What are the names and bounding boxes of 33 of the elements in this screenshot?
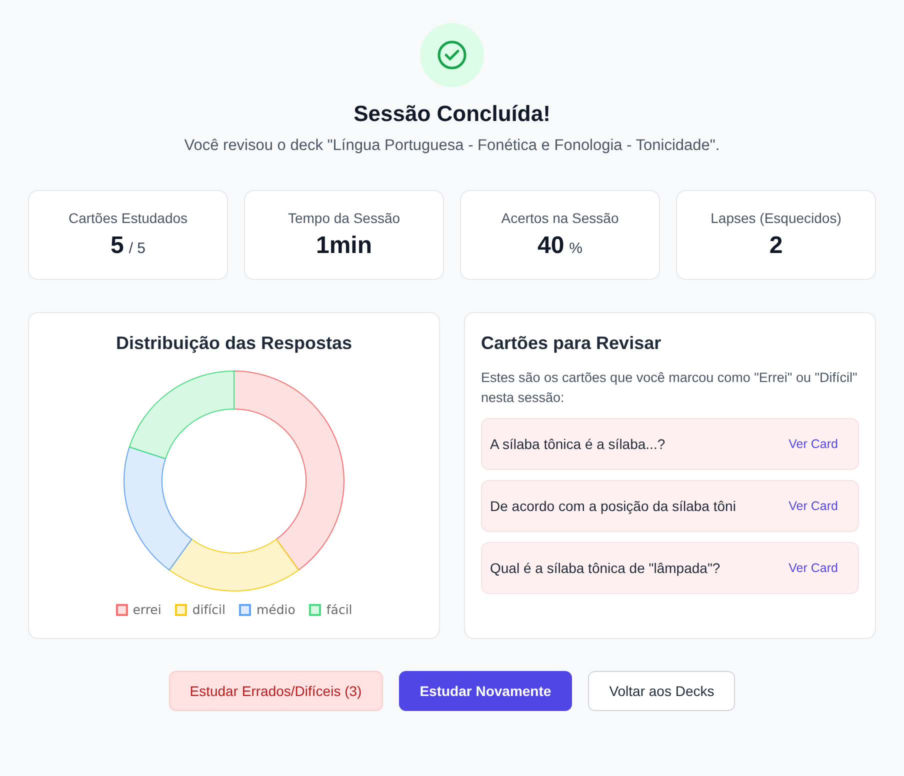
stat-label: Cartões Estudados [68,210,188,226]
legend-swatch [116,604,128,616]
action-button[interactable]: Estudar Novamente [398,671,572,711]
stat-label: Acertos na Sessão [501,210,619,226]
stat-label: Tempo da Sessão [288,210,400,226]
stat-value: 2 [769,232,783,260]
stat-value: 5 [110,232,124,260]
legend-swatch [309,604,322,616]
card-question: Qual é a sílaba tônica de "lâmpada"? [490,560,720,576]
legend-swatch [175,604,188,616]
view-card-link[interactable]: Ver Card [788,561,838,575]
legend-label: errei [132,602,162,617]
view-card-link[interactable]: Ver Card [788,499,838,513]
stat-label: Lapses (Esquecidos) [710,210,842,226]
action-button[interactable]: Estudar Errados/Difíceis (3) [168,671,383,711]
stat-suffix: / 5 [128,240,146,257]
stat-value: 40 [537,232,564,260]
panel-title: Cartões para Revisar [481,333,662,354]
view-card-link[interactable]: Ver Card [788,437,838,451]
stat-suffix: % [569,240,583,257]
legend-swatch [239,604,252,616]
legend-label: fácil [326,602,352,617]
legend-label: difícil [192,602,226,617]
page-subtitle: Você revisou o deck "Língua Portuguesa - Fonética e Fonologia - Tonicidade". [184,137,720,155]
legend-label: médio [256,602,296,617]
check-circle-icon [420,23,484,87]
panel-title: Distribuição das Respostas [114,333,354,354]
stat-value: 1min [316,232,372,260]
page-title: Sessão Concluída! [354,101,550,127]
action-button[interactable]: Voltar aos Decks [588,671,736,711]
card-question: De acordo com a posição da sílaba tôni [490,498,736,514]
card-question: A sílaba tônica é a sílaba...? [490,436,666,452]
review-description: Estes são os cartões que você marcou como "Errei" ou "Difícil" nesta sessão: [481,369,858,407]
